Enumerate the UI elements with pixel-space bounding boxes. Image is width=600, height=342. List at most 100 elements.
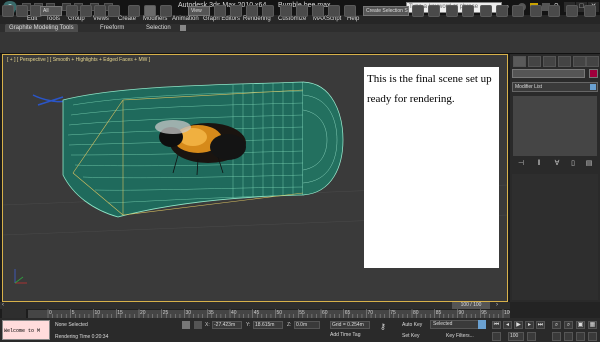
pivot-center-icon[interactable] (214, 5, 226, 17)
tab-selection[interactable]: Selection (142, 24, 175, 32)
select-object-icon[interactable] (66, 5, 78, 17)
curve-editor-icon[interactable] (480, 5, 492, 17)
zoom-all-icon[interactable]: ⌕ (564, 321, 573, 329)
utilities-tab-icon[interactable] (586, 56, 599, 67)
pan-view-icon[interactable] (564, 332, 573, 341)
selection-lock-icon[interactable] (182, 321, 190, 329)
ribbon-options-icon[interactable] (180, 25, 186, 31)
select-move-icon[interactable] (128, 5, 140, 17)
select-by-name-icon[interactable] (80, 5, 92, 17)
select-rotate-icon[interactable] (144, 5, 156, 17)
pin-stack-icon[interactable]: ⊣ (516, 159, 526, 169)
object-name-field[interactable] (512, 69, 585, 78)
make-unique-icon[interactable]: ∀ (552, 159, 562, 169)
material-editor-icon[interactable] (512, 5, 524, 17)
percent-snap-icon[interactable] (312, 5, 324, 17)
tick-label: 45 (253, 310, 260, 316)
render-iterative-icon[interactable] (584, 5, 596, 17)
modifier-list-label: Modifier List (515, 84, 542, 90)
hierarchy-tab-icon[interactable] (543, 56, 556, 67)
command-panel: Modifier List ⊣ ‖ ∀ ▯ ▤ (510, 54, 600, 302)
add-time-tag-button[interactable]: Add Time Tag (330, 332, 370, 340)
mirror-icon[interactable] (412, 5, 424, 17)
current-frame-field[interactable]: 100 (508, 332, 524, 341)
tab-graphite-modeling-tools[interactable]: Graphite Modeling Tools (5, 24, 78, 32)
key-filters-button[interactable]: Key Filters... (446, 332, 486, 341)
maxscript-listener[interactable]: Welcome to M (2, 320, 50, 340)
zoom-icon[interactable]: ⌕ (552, 321, 561, 329)
set-key-button[interactable]: Set Key (402, 332, 428, 341)
tick-label: 95 (481, 310, 487, 316)
y-coordinate-field[interactable]: 18.615m (253, 321, 283, 329)
y-label: Y: (246, 322, 251, 328)
spinner-snap-icon[interactable] (328, 5, 340, 17)
reference-coordinate-dropdown[interactable]: View (188, 6, 210, 16)
window-crossing-icon[interactable] (108, 5, 120, 17)
manipulate-icon[interactable] (230, 5, 242, 17)
key-mode-toggle-icon[interactable] (492, 332, 501, 341)
schematic-view-icon[interactable] (496, 5, 508, 17)
key-mode-dropdown[interactable]: Selected (430, 320, 482, 329)
edit-named-selection-icon[interactable] (344, 5, 356, 17)
set-key-icon[interactable]: ⚷ (380, 323, 394, 331)
tick-label: 65 (344, 310, 351, 316)
next-key-icon[interactable]: ▸ (525, 321, 534, 329)
render-setup-icon[interactable] (530, 5, 542, 17)
angle-snap-icon[interactable] (296, 5, 308, 17)
modify-tab-icon[interactable] (528, 56, 541, 67)
tick-label: 85 (435, 310, 442, 316)
time-configuration-icon[interactable] (527, 332, 536, 341)
tick-label: 75 (390, 310, 396, 316)
go-to-end-icon[interactable]: ⏭ (536, 321, 545, 329)
menu-animation[interactable]: Animation (172, 15, 199, 24)
align-icon[interactable] (428, 5, 440, 17)
display-tab-icon[interactable] (573, 56, 586, 67)
undo-toolbar-icon[interactable] (2, 5, 14, 17)
modifier-list-dropdown[interactable]: Modifier List (512, 82, 598, 92)
modifier-stack-list[interactable] (512, 95, 598, 157)
chevron-down-icon[interactable] (478, 320, 486, 329)
go-to-start-icon[interactable]: ⏮ (492, 321, 501, 329)
tick-label: 0 (49, 310, 52, 316)
tick-label: 10 (94, 310, 101, 316)
redo-toolbar-icon[interactable] (16, 5, 28, 17)
auto-key-button[interactable]: Auto Key (402, 321, 428, 330)
previous-key-icon[interactable]: ◂ (503, 321, 512, 329)
render-production-icon[interactable] (566, 5, 578, 17)
motion-tab-icon[interactable] (558, 56, 571, 67)
play-icon[interactable]: ▶ (514, 321, 523, 329)
zoom-extents-icon[interactable]: ▣ (576, 321, 585, 329)
mini-curve-editor-toggle[interactable] (2, 309, 26, 318)
maximize-viewport-icon[interactable] (588, 332, 597, 341)
time-slider-thumb[interactable]: 100 / 100 (452, 302, 490, 309)
configure-sets-icon[interactable]: ▤ (584, 159, 594, 169)
tab-freeform[interactable]: Freeform (96, 24, 128, 32)
next-frame-icon[interactable]: › (496, 302, 506, 308)
named-selection-set-dropdown[interactable]: Create Selection Se (363, 6, 409, 16)
menu-tools[interactable]: Tools (46, 15, 60, 24)
remove-modifier-icon[interactable]: ▯ (568, 159, 578, 169)
absolute-mode-icon[interactable] (194, 321, 202, 329)
select-scale-icon[interactable] (160, 5, 172, 17)
snap-3d-icon[interactable] (280, 5, 292, 17)
rendered-frame-window-icon[interactable] (548, 5, 560, 17)
zoom-extents-all-icon[interactable]: ▦ (588, 321, 597, 329)
keyboard-shortcut-override-icon[interactable] (246, 5, 258, 17)
perspective-viewport[interactable]: [ + ] [ Perspective ] [ Smooth + Highlig… (2, 54, 508, 302)
orbit-icon[interactable] (576, 332, 585, 341)
create-tab-icon[interactable] (513, 56, 526, 67)
layer-manager-icon[interactable] (446, 5, 458, 17)
snaps-toggle-icon[interactable] (262, 5, 274, 17)
tick-label: 20 (140, 310, 146, 316)
graphite-toggle-icon[interactable] (462, 5, 474, 17)
object-color-swatch[interactable] (589, 69, 598, 78)
show-end-result-icon[interactable]: ‖ (534, 159, 544, 169)
time-slider[interactable]: ‹ 100 / 100 › (0, 302, 510, 309)
x-coordinate-field[interactable]: -27.423m (212, 321, 242, 329)
previous-frame-icon[interactable]: ‹ (2, 302, 12, 308)
z-coordinate-field[interactable]: 0.0m (294, 321, 320, 329)
selection-filter-dropdown[interactable]: All (40, 6, 62, 16)
field-of-view-icon[interactable] (552, 332, 561, 341)
rendering-time: Rendering Time 0:20:34 (55, 334, 109, 340)
rectangular-selection-icon[interactable] (94, 5, 106, 17)
